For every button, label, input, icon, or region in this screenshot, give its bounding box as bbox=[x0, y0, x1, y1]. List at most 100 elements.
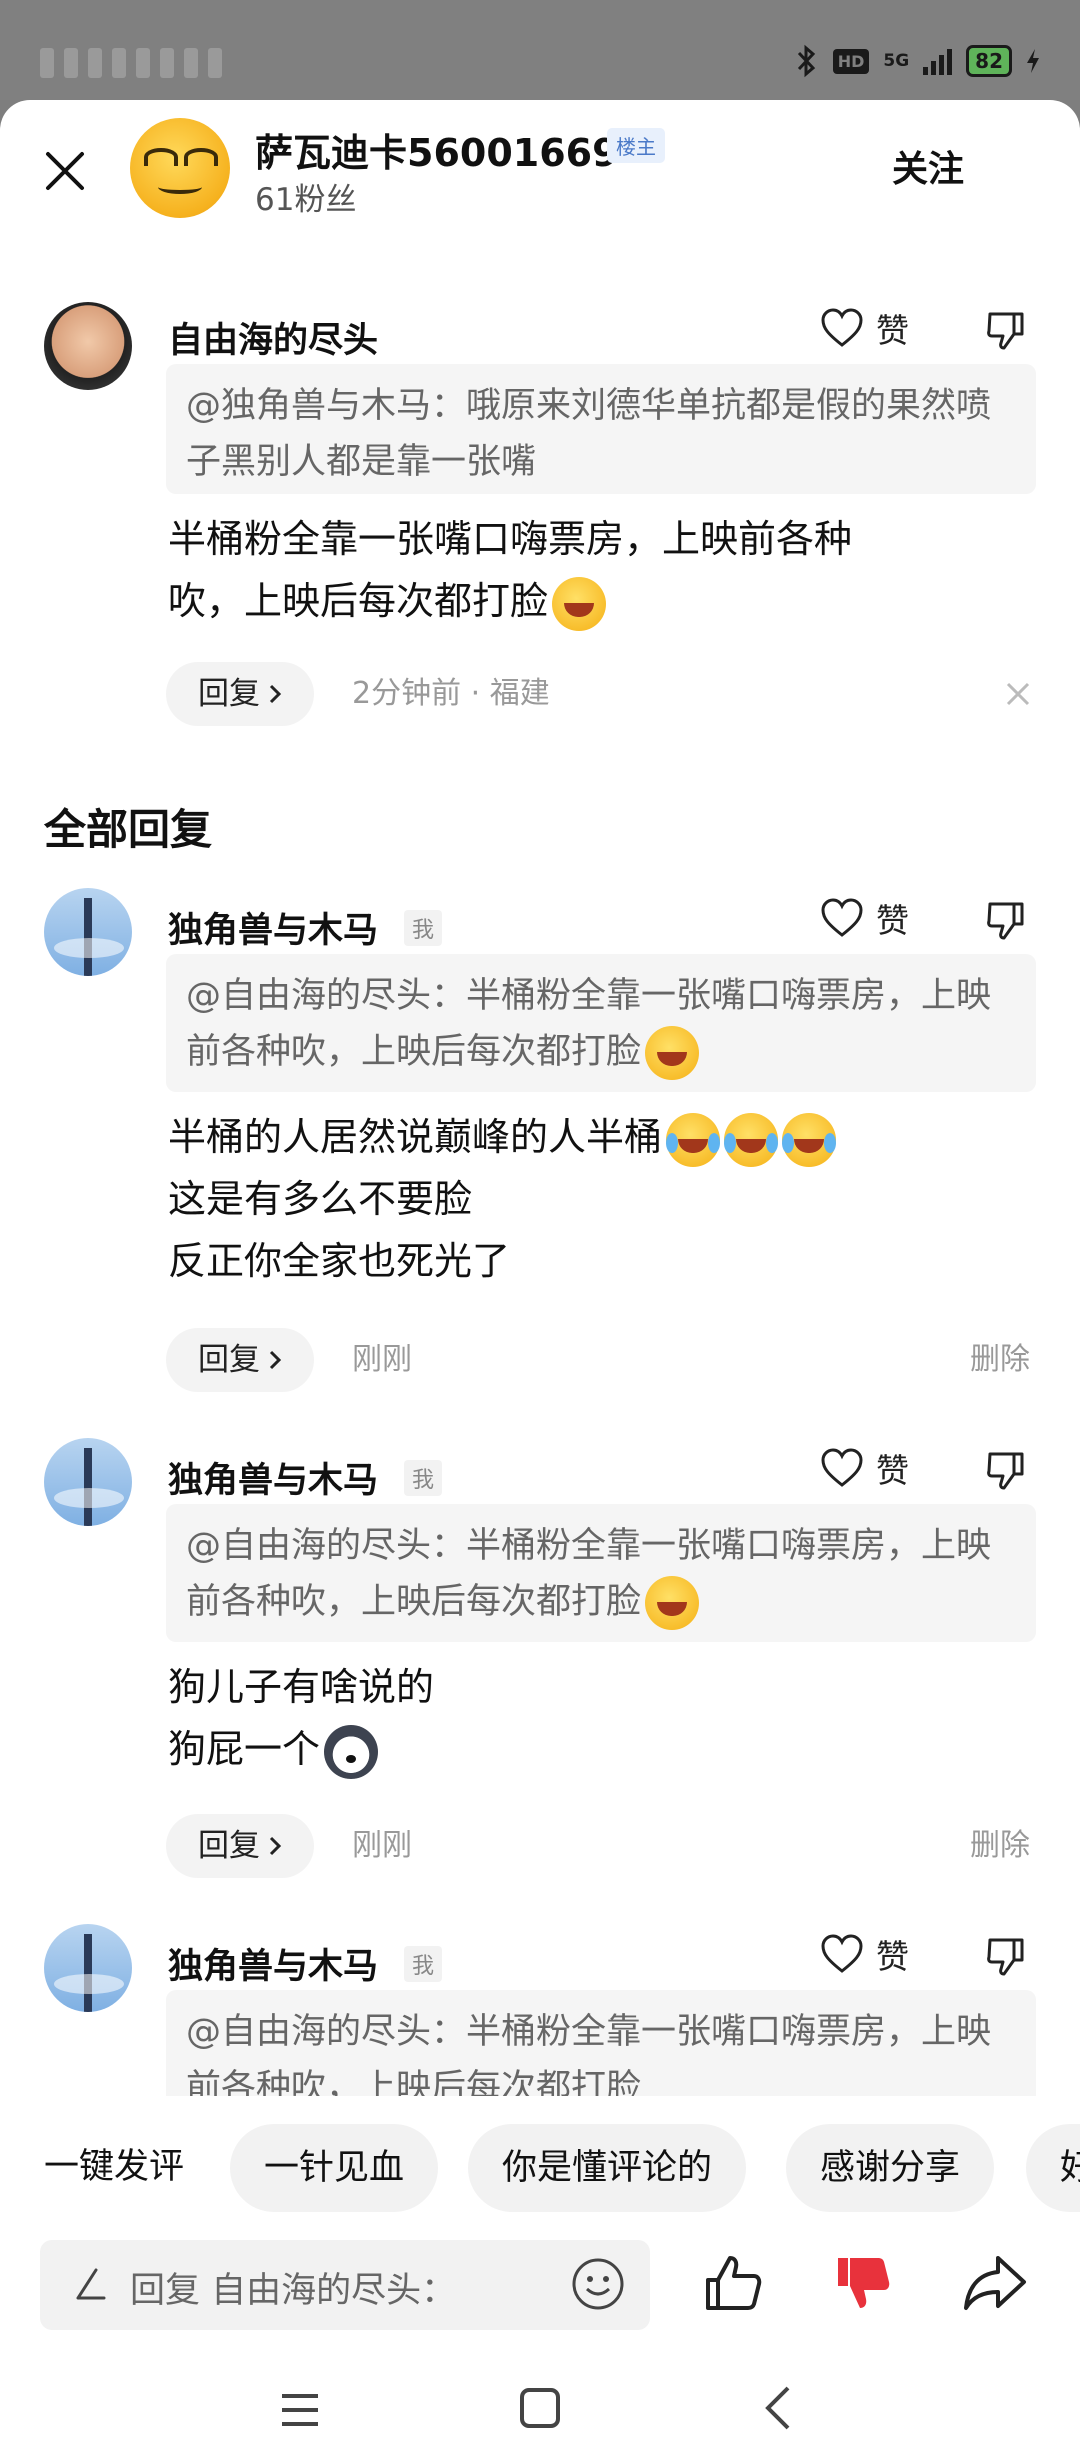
like-button[interactable]: 赞 bbox=[820, 304, 909, 352]
comment-line: 这是有多么不要脸 bbox=[168, 1177, 473, 1221]
author-avatar[interactable] bbox=[130, 118, 230, 218]
section-title: 全部回复 bbox=[44, 805, 213, 854]
chevron-right-icon bbox=[269, 684, 282, 704]
quick-comment-bar: 一键发评 一针见血 你是懂评论的 感谢分享 好 bbox=[0, 2112, 1080, 2222]
like-label: 赞 bbox=[876, 311, 909, 350]
comment-line: 反正你全家也死光了 bbox=[168, 1239, 511, 1283]
system-nav-bar bbox=[0, 2362, 1080, 2460]
heart-icon bbox=[821, 1448, 863, 1487]
comment-line: 吹，上映后每次都打脸 bbox=[168, 570, 1028, 632]
menu-icon[interactable] bbox=[278, 2390, 322, 2430]
signal-icon bbox=[923, 47, 953, 75]
quoted-comment[interactable]: @独角兽与木马：哦原来刘德华单抗都是假的果然喷子黑别人都是靠一张嘴 bbox=[166, 364, 1036, 494]
comment-meta: 刚刚 bbox=[352, 1828, 412, 1863]
like-button[interactable]: 赞 bbox=[820, 1444, 909, 1492]
dog-emoji-icon bbox=[324, 1724, 379, 1779]
reply-input-placeholder: 回复 自由海的尽头： bbox=[130, 2271, 457, 2311]
thumb-down-icon[interactable] bbox=[984, 1934, 1028, 1978]
comment-line: 狗屁一个 bbox=[168, 1718, 1028, 1780]
like-button[interactable]: 赞 bbox=[820, 894, 909, 942]
reply-item: 独角兽与木马 我 赞 @自由海的尽头：半桶粉全靠一张嘴口嗨票房，上映前各种吹，上… bbox=[0, 1916, 1080, 2096]
close-icon[interactable] bbox=[1004, 680, 1032, 708]
like-label: 赞 bbox=[876, 1937, 909, 1976]
heart-icon bbox=[821, 1934, 863, 1973]
quoted-comment[interactable]: @自由海的尽头：半桶粉全靠一张嘴口嗨票房，上映前各种吹，上映后每次都打脸 bbox=[166, 1504, 1036, 1642]
share-icon[interactable] bbox=[960, 2250, 1030, 2316]
laugh-emoji-icon bbox=[645, 1026, 700, 1080]
sheet-header: 萨瓦迪卡56001669 楼主 61粉丝 关注 bbox=[0, 100, 1080, 250]
emoji-icon[interactable] bbox=[570, 2256, 626, 2312]
avatar[interactable] bbox=[44, 1438, 132, 1526]
status-notifications bbox=[40, 48, 222, 78]
like-button[interactable]: 赞 bbox=[820, 1930, 909, 1978]
reply-label: 回复 bbox=[198, 1828, 260, 1864]
me-tag: 我 bbox=[404, 910, 443, 946]
comment-line: 半桶的人居然说巅峰的人半桶 bbox=[168, 1106, 1028, 1168]
quick-chip[interactable]: 一针见血 bbox=[230, 2124, 439, 2212]
reply-label: 回复 bbox=[198, 676, 260, 712]
reply-label: 回复 bbox=[198, 1342, 260, 1378]
home-icon[interactable] bbox=[518, 2386, 562, 2430]
like-label: 赞 bbox=[876, 901, 909, 940]
thumb-up-icon[interactable] bbox=[700, 2250, 766, 2316]
avatar[interactable] bbox=[44, 888, 132, 976]
reply-button[interactable]: 回复 bbox=[166, 662, 314, 726]
status-indicators: HD 5G 82 bbox=[793, 44, 1040, 78]
thumb-down-filled-icon[interactable] bbox=[830, 2250, 896, 2316]
charging-icon bbox=[1027, 49, 1039, 73]
me-tag: 我 bbox=[404, 1460, 443, 1496]
delete-button[interactable]: 删除 bbox=[970, 1328, 1030, 1392]
comment-username[interactable]: 独角兽与木马 bbox=[168, 1938, 378, 1989]
chevron-right-icon bbox=[269, 1836, 282, 1856]
thumb-down-icon[interactable] bbox=[984, 308, 1028, 352]
quick-chip[interactable]: 感谢分享 bbox=[786, 2124, 995, 2212]
quoted-comment[interactable]: @自由海的尽头：半桶粉全靠一张嘴口嗨票房，上映前各种吹，上映后每次都打脸 bbox=[166, 954, 1036, 1092]
cry-laugh-emoji-icon bbox=[782, 1112, 837, 1167]
comment-text: 半桶粉全靠一张嘴口嗨票房，上映前各种 吹，上映后每次都打脸 bbox=[168, 508, 1028, 632]
thumb-down-icon[interactable] bbox=[984, 898, 1028, 942]
quick-chip[interactable]: 你是懂评论的 bbox=[468, 2124, 747, 2212]
avatar[interactable] bbox=[44, 1924, 132, 2012]
reply-input[interactable]: 回复 自由海的尽头： bbox=[40, 2240, 650, 2330]
comment-username[interactable]: 自由海的尽头 bbox=[168, 312, 378, 363]
reply-button[interactable]: 回复 bbox=[166, 1328, 314, 1392]
like-label: 赞 bbox=[876, 1451, 909, 1490]
laugh-emoji-icon bbox=[552, 576, 607, 631]
comment-username[interactable]: 独角兽与木马 bbox=[168, 1452, 378, 1503]
pen-icon bbox=[76, 2268, 106, 2300]
network-indicator: 5G bbox=[883, 51, 910, 71]
cry-laugh-emoji-icon bbox=[666, 1112, 721, 1167]
comment-text: 半桶的人居然说巅峰的人半桶 这是有多么不要脸 反正你全家也死光了 bbox=[168, 1106, 1028, 1292]
avatar[interactable] bbox=[44, 302, 132, 390]
delete-button[interactable]: 删除 bbox=[970, 1814, 1030, 1878]
comment-line: 半桶粉全靠一张嘴口嗨票房，上映前各种 bbox=[168, 517, 853, 561]
chevron-right-icon bbox=[269, 1350, 282, 1370]
quick-comment-label: 一键发评 bbox=[44, 2147, 185, 2187]
quoted-comment[interactable]: @自由海的尽头：半桶粉全靠一张嘴口嗨票房，上映前各种吹，上映后每次都打脸 bbox=[166, 1990, 1036, 2096]
quick-chip[interactable]: 好 bbox=[1026, 2124, 1080, 2212]
laugh-emoji-icon bbox=[645, 1576, 700, 1630]
reply-button[interactable]: 回复 bbox=[166, 1814, 314, 1878]
comment-sheet: 萨瓦迪卡56001669 楼主 61粉丝 关注 自由海的尽头 赞 @独角兽与木马… bbox=[0, 100, 1080, 2460]
thumb-down-icon[interactable] bbox=[984, 1448, 1028, 1492]
comment-meta: 2分钟前 · 福建 bbox=[352, 676, 550, 711]
battery-indicator: 82 bbox=[966, 45, 1012, 77]
comment-username[interactable]: 独角兽与木马 bbox=[168, 902, 378, 953]
status-bar: HD 5G 82 bbox=[0, 0, 1080, 100]
back-icon[interactable] bbox=[760, 2384, 796, 2432]
reply-input-row: 回复 自由海的尽头： bbox=[0, 2222, 1080, 2362]
follow-button[interactable]: 关注 bbox=[892, 140, 964, 192]
hd-indicator: HD bbox=[832, 48, 870, 74]
heart-icon bbox=[821, 308, 863, 347]
close-icon[interactable] bbox=[40, 146, 90, 196]
author-name[interactable]: 萨瓦迪卡56001669 bbox=[255, 122, 619, 177]
bluetooth-icon bbox=[797, 44, 815, 78]
comment-line: 狗儿子有啥说的 bbox=[168, 1665, 435, 1709]
author-fans: 61粉丝 bbox=[255, 182, 357, 218]
comment-text: 狗儿子有啥说的 狗屁一个 bbox=[168, 1656, 1028, 1780]
cry-laugh-emoji-icon bbox=[724, 1112, 779, 1167]
comment-meta: 刚刚 bbox=[352, 1342, 412, 1377]
heart-icon bbox=[821, 898, 863, 937]
me-tag: 我 bbox=[404, 1946, 443, 1982]
author-badge: 楼主 bbox=[607, 128, 665, 163]
